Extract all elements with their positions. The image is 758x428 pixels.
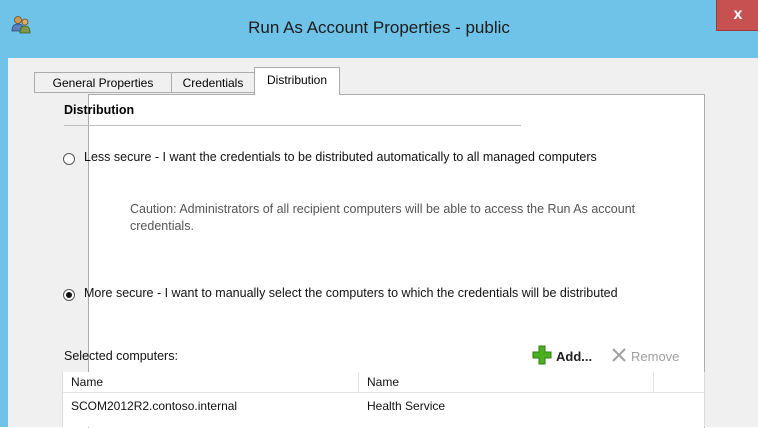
tab-general-properties[interactable]: General Properties — [34, 72, 172, 93]
tab-distribution[interactable]: Distribution — [254, 67, 340, 95]
remove-label: Remove — [631, 348, 680, 364]
caution-text: Caution: Administrators of all recipient… — [130, 202, 636, 233]
more-secure-radio[interactable] — [63, 289, 75, 301]
less-secure-label[interactable]: Less secure - I want the credentials to … — [84, 149, 694, 166]
more-secure-label[interactable]: More secure - I want to manually select … — [84, 285, 694, 302]
plus-icon — [532, 345, 556, 368]
table-row[interactable]: SCOM2012R2.contoso.internal Health Servi… — [63, 396, 704, 416]
selected-computers-list[interactable]: Name Name SCOM2012R2.contoso.internal He… — [62, 372, 705, 427]
remove-button[interactable]: Remove — [611, 346, 679, 366]
x-icon — [611, 347, 631, 366]
column-header-name[interactable]: Name — [63, 372, 359, 392]
row-computer-type: Health Service — [367, 399, 446, 413]
add-label: Add... — [556, 348, 593, 364]
row-computer-name: SCOM2012R2.contoso.internal — [71, 399, 238, 413]
close-button[interactable]: x — [716, 0, 758, 31]
window-title: Run As Account Properties - public — [248, 18, 510, 37]
title-bar[interactable]: Run As Account Properties - public x — [0, 0, 758, 58]
section-title: Distribution — [64, 103, 135, 117]
tab-credentials[interactable]: Credentials — [171, 72, 255, 93]
column-header-type[interactable]: Name — [359, 372, 654, 392]
less-secure-radio[interactable] — [63, 153, 75, 165]
section-divider — [64, 125, 521, 126]
radio-selected-dot — [66, 292, 72, 298]
list-header: Name Name — [63, 372, 704, 393]
add-button[interactable]: Add... — [532, 345, 593, 368]
selected-computers-label: Selected computers: — [64, 349, 178, 363]
column-header-filler — [654, 372, 704, 392]
